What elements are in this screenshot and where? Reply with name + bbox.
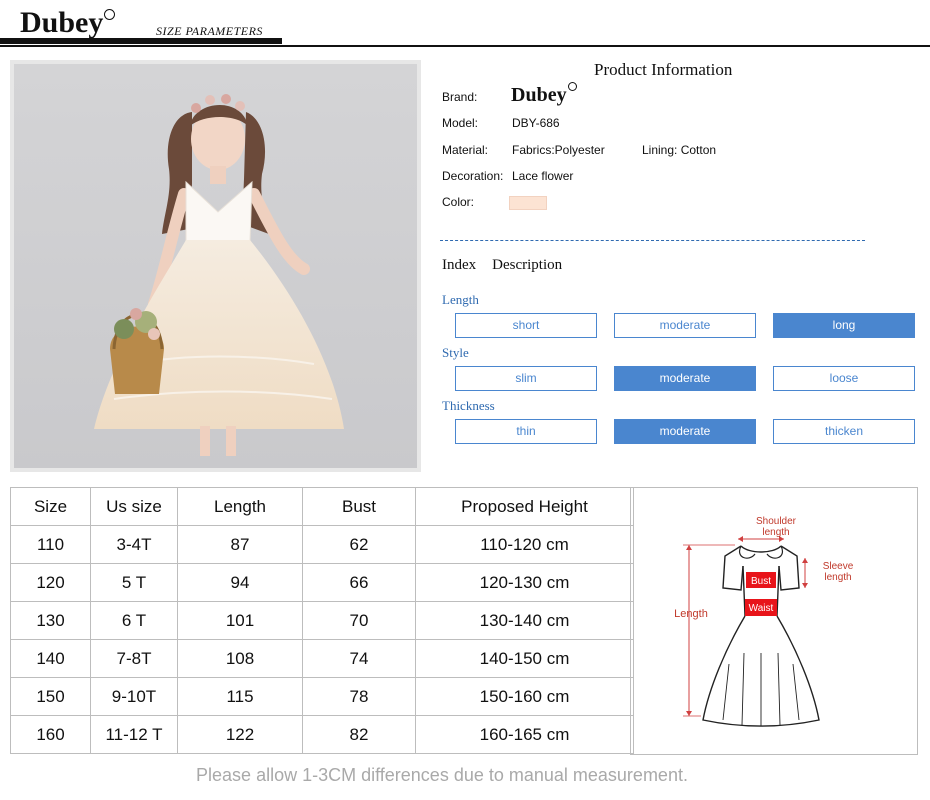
header-proposed-height: Proposed Height [415, 487, 634, 526]
cell-size: 160 [10, 715, 91, 754]
product-info-title: Product Information [594, 60, 733, 79]
table-header-row: Size Us size Length Bust Proposed Height [10, 487, 634, 526]
bust-label: Bust [751, 576, 771, 587]
cell-us-size: 9-10T [90, 677, 178, 716]
table-row: 140 7-8T 108 74 140-150 cm [10, 639, 634, 678]
dashed-divider [440, 240, 865, 241]
cell-length: 87 [177, 525, 303, 564]
cell-height: 120-130 cm [415, 563, 634, 602]
lightbulb-icon [104, 9, 116, 20]
table-row: 130 6 T 101 70 130-140 cm [10, 601, 634, 640]
waist-label: Waist [749, 603, 774, 614]
brand-label: Brand: [442, 90, 478, 104]
shoulder-label-line1: Shoulder [756, 516, 797, 527]
decoration-value: Lace flower [512, 169, 574, 183]
option-style-slim: slim [455, 366, 597, 391]
description-label: Description [492, 257, 563, 273]
cell-us-size: 7-8T [90, 639, 178, 678]
table-row: 110 3-4T 87 62 110-120 cm [10, 525, 634, 564]
cell-length: 94 [177, 563, 303, 602]
index-label: Index [442, 257, 477, 273]
cell-height: 110-120 cm [415, 525, 634, 564]
category-label-thickness: Thickness [442, 398, 495, 413]
sleeve-label-line1: Sleeve [823, 561, 854, 572]
material-value: Fabrics:Polyester [512, 143, 605, 157]
header-length: Length [177, 487, 303, 526]
model-label: Model: [442, 116, 479, 130]
cell-size: 150 [10, 677, 91, 716]
option-length-moderate: moderate [614, 313, 756, 338]
cell-us-size: 5 T [90, 563, 178, 602]
cell-bust: 82 [302, 715, 416, 754]
cell-us-size: 6 T [90, 601, 178, 640]
cell-length: 108 [177, 639, 303, 678]
cell-height: 130-140 cm [415, 601, 634, 640]
product-photo-frame [10, 60, 421, 472]
cell-bust: 66 [302, 563, 416, 602]
shoulder-label-line2: length [762, 527, 789, 538]
color-label: Color: [442, 195, 475, 209]
option-thickness-thin: thin [455, 419, 597, 444]
sleeve-label-line2: length [824, 572, 851, 583]
cell-size: 140 [10, 639, 91, 678]
header-bust: Bust [302, 487, 416, 526]
model-value: DBY-686 [512, 116, 560, 130]
cell-length: 122 [177, 715, 303, 754]
brand-logo: Dubey [20, 6, 116, 40]
option-length-short: short [455, 313, 597, 338]
length-label: Length [674, 608, 708, 620]
category-label-length: Length [442, 292, 479, 307]
table-row: 160 11-12 T 122 82 160-165 cm [10, 715, 634, 754]
cell-bust: 74 [302, 639, 416, 678]
cell-bust: 70 [302, 601, 416, 640]
cell-height: 140-150 cm [415, 639, 634, 678]
brand-logo-text: Dubey [511, 84, 567, 106]
dress-diagram: Shoulder length Bust Waist Sleeve length… [674, 516, 854, 727]
material-label: Material: [442, 143, 489, 157]
cell-size: 120 [10, 563, 91, 602]
cell-height: 160-165 cm [415, 715, 634, 754]
cell-height: 150-160 cm [415, 677, 634, 716]
header-us-size: Us size [90, 487, 178, 526]
measurement-diagram: Shoulder length Bust Waist Sleeve length… [630, 487, 918, 755]
cell-us-size: 11-12 T [90, 715, 178, 754]
product-photo [14, 64, 417, 468]
lining-value: Lining: Cotton [642, 143, 717, 157]
section-title: SIZE PARAMETERS [156, 24, 263, 38]
header-divider [0, 45, 930, 47]
option-length-long: long [773, 313, 915, 338]
index-header: Index Description [442, 257, 578, 274]
table-row: 120 5 T 94 66 120-130 cm [10, 563, 634, 602]
option-style-loose: loose [773, 366, 915, 391]
size-chart-table: Size Us size Length Bust Proposed Height… [10, 487, 634, 754]
header-size: Size [10, 487, 91, 526]
cell-length: 115 [177, 677, 303, 716]
logo-text: Dubey [20, 6, 104, 39]
option-thickness-moderate: moderate [614, 419, 756, 444]
cell-size: 130 [10, 601, 91, 640]
category-label-style: Style [442, 345, 469, 360]
option-thickness-thicken: thicken [773, 419, 915, 444]
cell-us-size: 3-4T [90, 525, 178, 564]
measurement-footnote: Please allow 1-3CM differences due to ma… [196, 765, 688, 785]
cell-bust: 62 [302, 525, 416, 564]
lightbulb-icon [567, 82, 577, 91]
cell-length: 101 [177, 601, 303, 640]
color-swatch [509, 196, 547, 210]
cell-bust: 78 [302, 677, 416, 716]
decoration-label: Decoration: [442, 169, 504, 183]
brand-value: Dubey [511, 82, 577, 107]
table-row: 150 9-10T 115 78 150-160 cm [10, 677, 634, 716]
cell-size: 110 [10, 525, 91, 564]
option-style-moderate: moderate [614, 366, 756, 391]
